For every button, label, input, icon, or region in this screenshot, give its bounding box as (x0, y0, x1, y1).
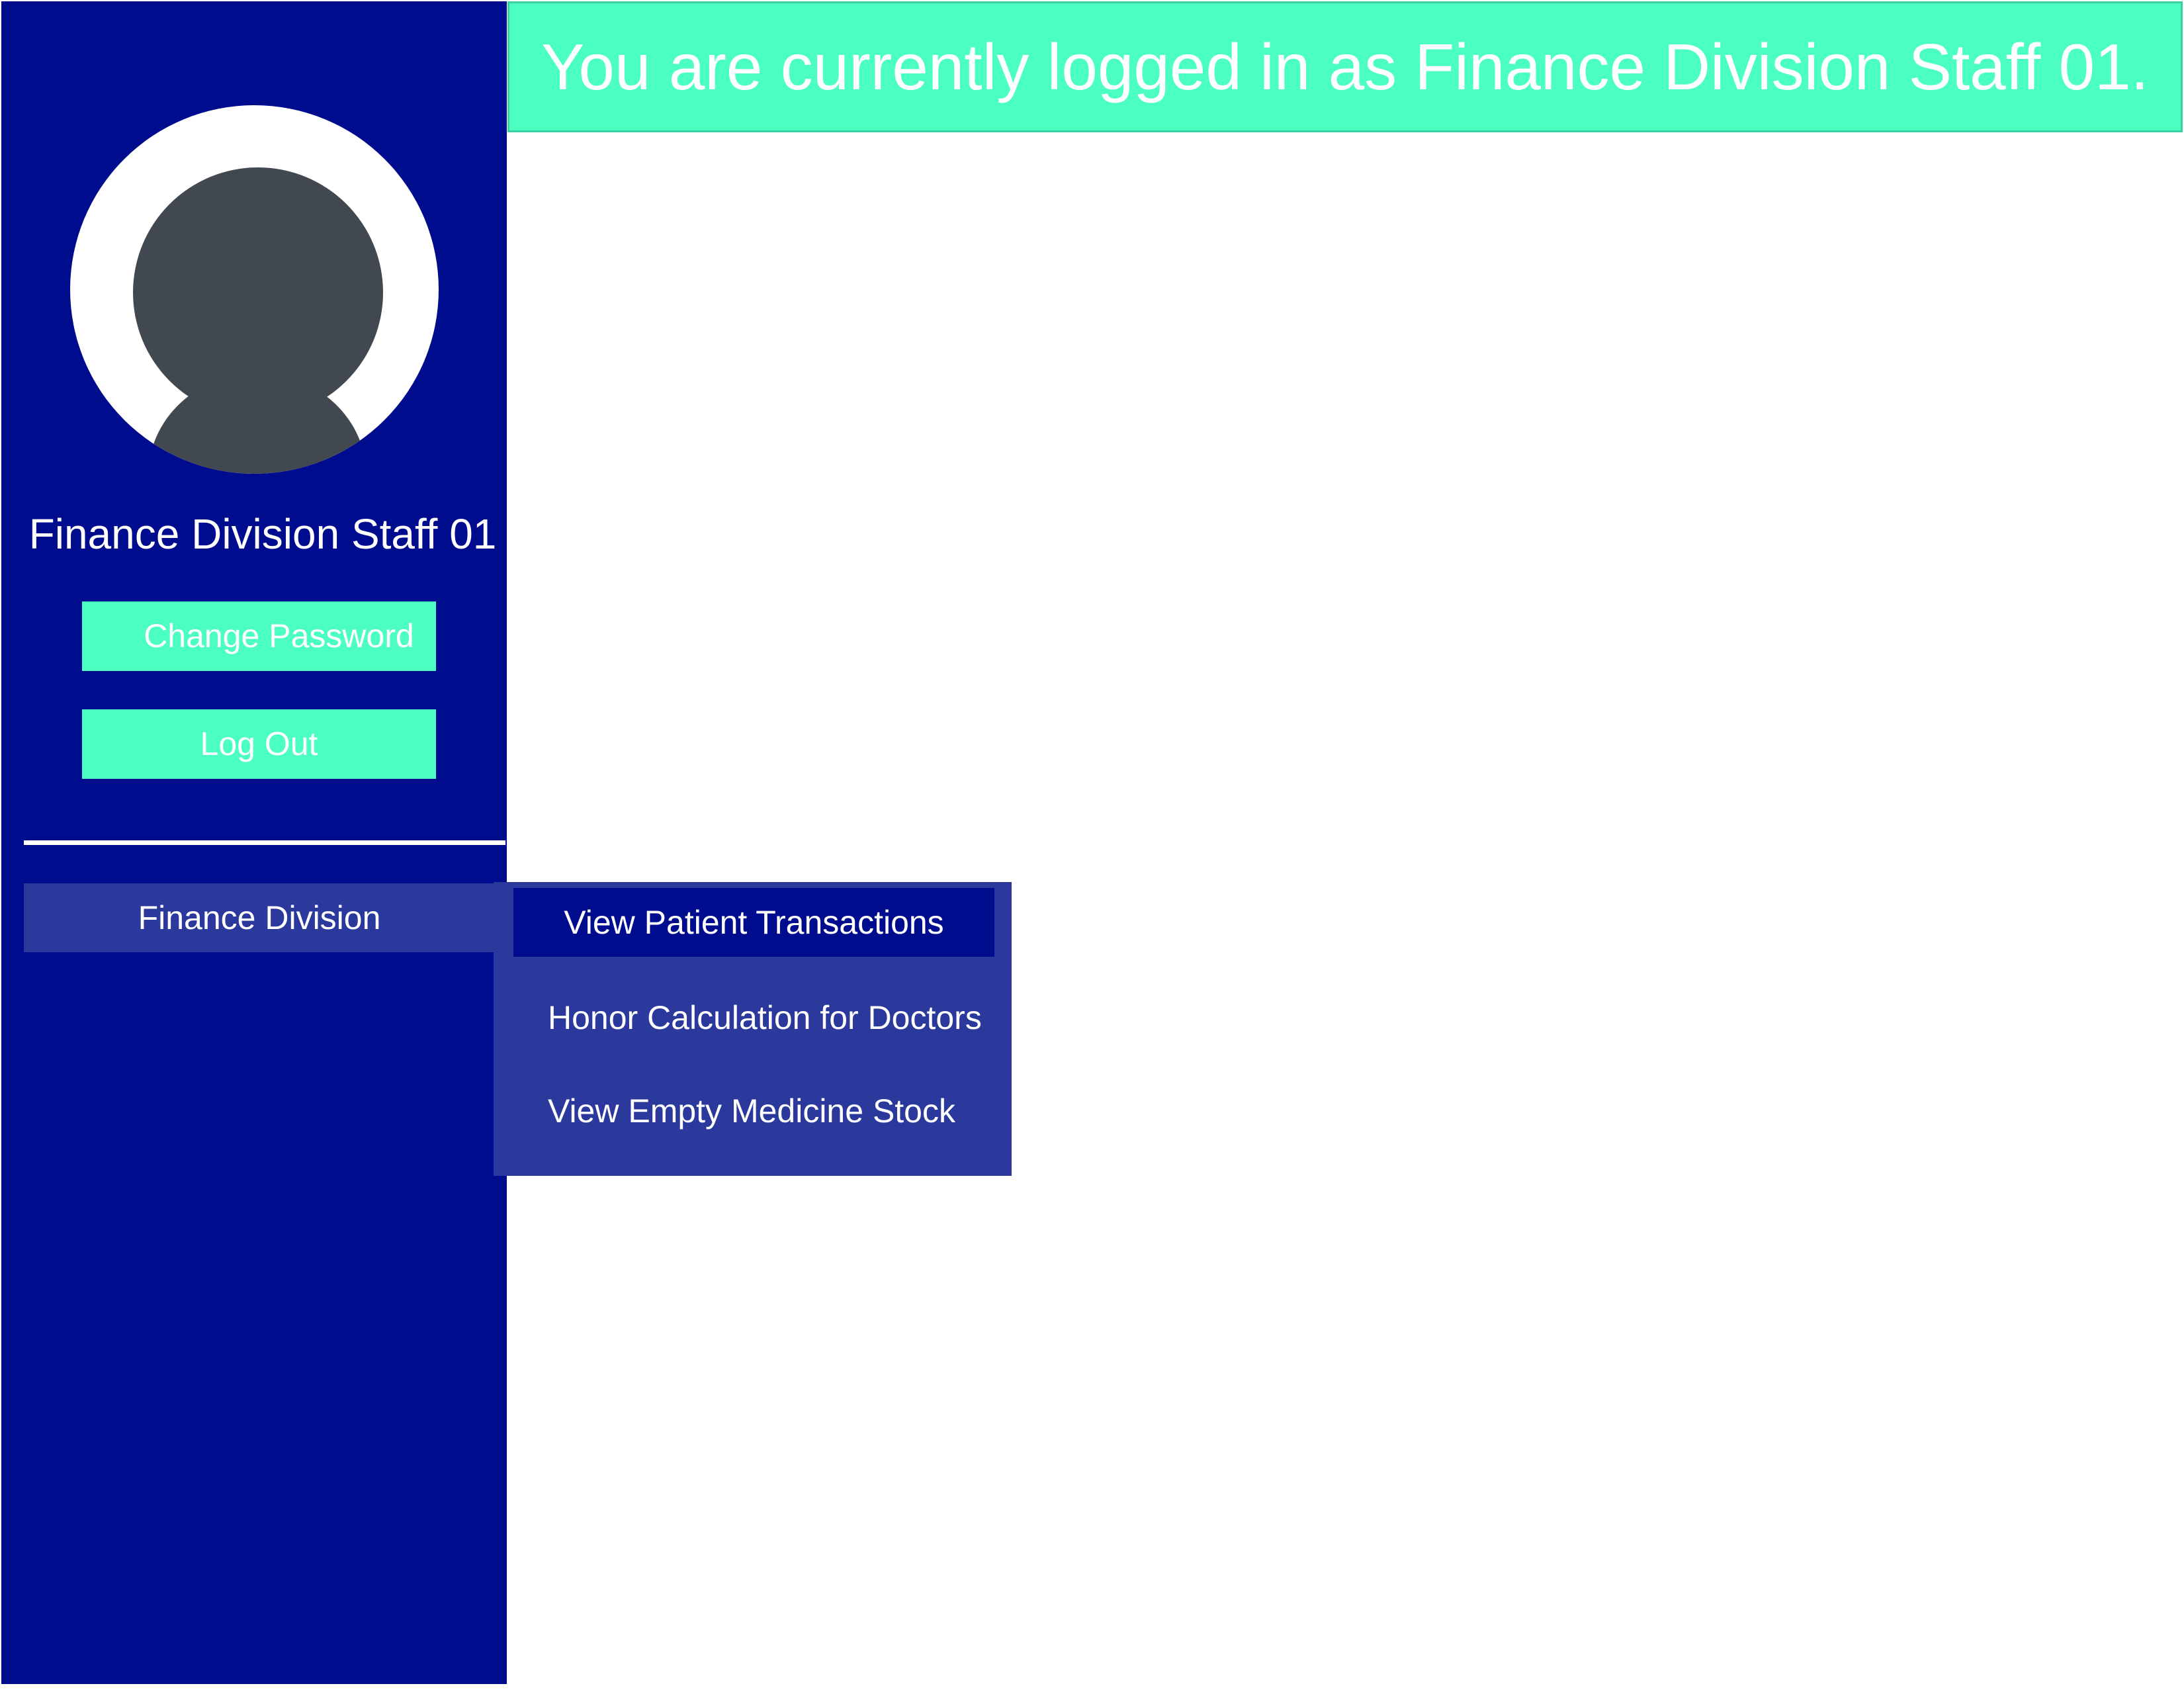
username-label: Finance Division Staff 01 (28, 510, 497, 558)
logout-button[interactable]: Log Out (82, 709, 436, 779)
finance-division-submenu: View Patient Transactions Honor Calculat… (494, 882, 1012, 1176)
sidebar-item-finance-division[interactable]: Finance Division (24, 883, 495, 952)
submenu-item-view-patient-transactions[interactable]: View Patient Transactions (513, 888, 994, 957)
submenu-item-honor-calculation[interactable]: Honor Calculation for Doctors (548, 995, 982, 1041)
avatar (70, 105, 439, 474)
change-password-button[interactable]: Change Password (82, 601, 436, 671)
submenu-item-view-empty-medicine-stock[interactable]: View Empty Medicine Stock (548, 1088, 955, 1134)
sidebar: Finance Division Staff 01 Change Passwor… (0, 0, 508, 1685)
login-status-banner: You are currently logged in as Finance D… (507, 1, 2183, 132)
sidebar-divider (24, 840, 505, 845)
